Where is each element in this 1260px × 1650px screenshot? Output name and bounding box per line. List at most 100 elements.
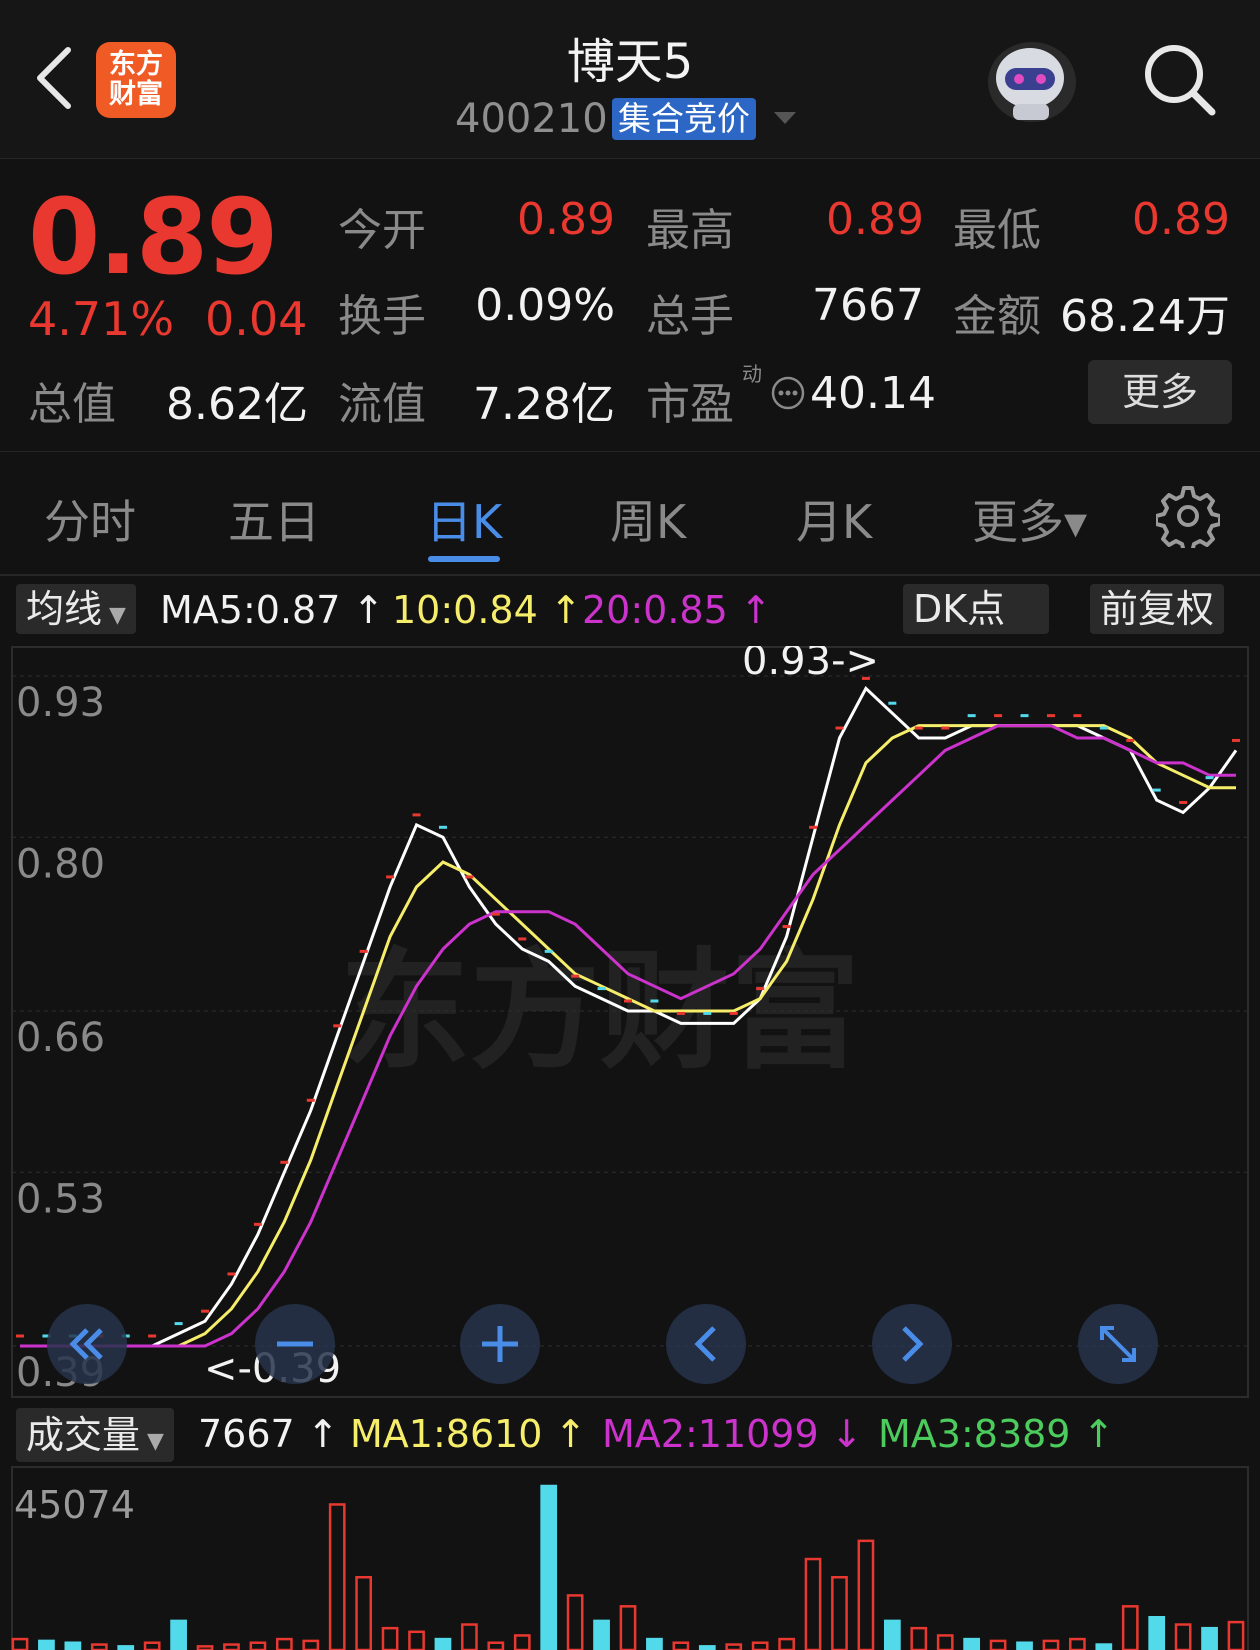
price-tick-label: 0.93 bbox=[16, 680, 105, 726]
chevron-left-icon[interactable] bbox=[664, 1302, 748, 1386]
volume-bar bbox=[646, 1637, 663, 1650]
price-tick-label: 0.66 bbox=[16, 1015, 105, 1061]
volume-bar bbox=[513, 1634, 531, 1650]
volume-bar bbox=[170, 1619, 187, 1650]
stat-label-amount: 金额 bbox=[953, 291, 1041, 342]
chevron-down-icon[interactable] bbox=[774, 112, 796, 124]
fullscreen-icon[interactable] bbox=[1076, 1302, 1160, 1386]
stat-label-float-cap: 流值 bbox=[338, 379, 426, 430]
search-icon[interactable] bbox=[1140, 40, 1220, 120]
volume-bar bbox=[434, 1637, 452, 1650]
adjust-button[interactable]: 前复权 bbox=[1090, 584, 1225, 634]
volume-bar bbox=[1042, 1639, 1060, 1650]
chevron-right-icon[interactable] bbox=[870, 1302, 954, 1386]
stat-label-high: 最高 bbox=[646, 205, 734, 256]
volume-bar bbox=[249, 1641, 267, 1650]
stat-label-open: 今开 bbox=[338, 205, 426, 256]
zoom-out-icon[interactable] bbox=[253, 1302, 337, 1386]
kline-chart[interactable]: 东方财富 0.930.800.660.530.39 0.93-> <-0.39 bbox=[0, 646, 1260, 1398]
volume-bar bbox=[698, 1645, 716, 1650]
volume-bar bbox=[302, 1639, 320, 1650]
tab-more[interactable]: 更多▾ bbox=[972, 486, 1087, 552]
volume-bar bbox=[487, 1641, 505, 1650]
volume-ma1: MA1:8610 ↑ bbox=[350, 1412, 587, 1456]
back-arrow-icon[interactable] bbox=[28, 40, 84, 116]
volume-bar bbox=[381, 1626, 399, 1650]
stat-value-float-cap: 7.28亿 bbox=[473, 379, 615, 430]
volume-bar bbox=[275, 1637, 293, 1650]
volume-bar bbox=[196, 1645, 214, 1650]
divider bbox=[0, 574, 1260, 576]
stat-label-turnover: 换手 bbox=[338, 291, 426, 342]
ma20-value: 20:0.85 ↑ bbox=[582, 588, 772, 632]
gear-icon[interactable] bbox=[1156, 484, 1220, 548]
volume-bar bbox=[117, 1645, 135, 1650]
volume-bar bbox=[540, 1484, 558, 1650]
volume-frame bbox=[11, 1466, 1249, 1650]
volume-bar bbox=[883, 1619, 901, 1650]
active-tab-indicator bbox=[428, 556, 500, 562]
volume-bar bbox=[355, 1575, 373, 1650]
volume-bar bbox=[328, 1503, 346, 1650]
volume-bar bbox=[1016, 1641, 1033, 1650]
volume-bar bbox=[223, 1643, 240, 1650]
tab-five-day[interactable]: 五日 bbox=[228, 486, 320, 552]
robot-assistant-icon[interactable] bbox=[983, 34, 1081, 126]
stock-name: 博天5 bbox=[566, 34, 694, 90]
volume-bar bbox=[64, 1641, 82, 1650]
volume-bar bbox=[963, 1637, 981, 1650]
ma10-value: 10:0.84 ↑ bbox=[392, 588, 582, 632]
volume-bar bbox=[461, 1623, 478, 1650]
volume-indicator-dropdown[interactable]: 成交量 ▼ bbox=[16, 1408, 174, 1462]
volume-bar bbox=[566, 1594, 584, 1650]
stat-value-low: 0.89 bbox=[1132, 194, 1230, 245]
volume-bar bbox=[1174, 1623, 1192, 1650]
volume-bar bbox=[38, 1639, 55, 1650]
tab-daily-k[interactable]: 日K bbox=[426, 486, 502, 552]
ma5-value: MA5:0.87 ↑ bbox=[160, 588, 385, 632]
tab-weekly-k[interactable]: 周K bbox=[610, 486, 686, 552]
change-amount: 0.04 bbox=[205, 292, 308, 346]
volume-bar bbox=[831, 1575, 848, 1650]
zoom-in-icon[interactable] bbox=[458, 1302, 542, 1386]
auction-badge: 集合竞价 bbox=[612, 98, 756, 140]
stat-value-market-cap: 8.62亿 bbox=[166, 379, 308, 430]
volume-bar bbox=[90, 1643, 108, 1650]
volume-bar bbox=[936, 1634, 954, 1650]
change-percent: 4.71% bbox=[28, 292, 175, 346]
volume-bar bbox=[1148, 1616, 1166, 1650]
volume-axis-max: 45074 bbox=[14, 1483, 135, 1527]
eastmoney-logo[interactable]: 东方 财富 bbox=[96, 42, 176, 118]
chevron-down-icon: ▼ bbox=[140, 1429, 164, 1454]
volume-bar bbox=[143, 1641, 161, 1650]
dk-point-button[interactable]: DK点 bbox=[903, 584, 1049, 634]
stat-value-turnover: 0.09% bbox=[475, 280, 615, 331]
ma-type-label: 均线 bbox=[26, 587, 103, 631]
price-tick-label: 0.80 bbox=[16, 841, 105, 887]
volume-bar bbox=[672, 1641, 690, 1650]
ma-type-dropdown[interactable]: 均线 ▼ bbox=[16, 584, 136, 634]
volume-value: 7667 ↑ bbox=[198, 1412, 339, 1456]
tab-monthly-k[interactable]: 月K bbox=[796, 486, 872, 552]
volume-bar bbox=[1069, 1637, 1086, 1650]
tab-intraday[interactable]: 分时 bbox=[44, 486, 136, 552]
rewind-icon[interactable] bbox=[45, 1302, 129, 1386]
volume-bar bbox=[857, 1539, 875, 1650]
stock-code: 400210 bbox=[455, 96, 608, 142]
volume-bar bbox=[751, 1641, 769, 1650]
volume-ma3: MA3:8389 ↑ bbox=[878, 1412, 1115, 1456]
volume-bar bbox=[778, 1637, 795, 1650]
divider bbox=[0, 451, 1260, 452]
pe-superscript: 动 bbox=[742, 362, 762, 386]
volume-bar bbox=[910, 1626, 928, 1650]
volume-ma2: MA2:11099 ↓ bbox=[602, 1412, 863, 1456]
volume-bar bbox=[619, 1605, 637, 1650]
volume-bar bbox=[1201, 1626, 1218, 1650]
last-price: 0.89 bbox=[28, 176, 279, 298]
more-dots-icon[interactable] bbox=[770, 375, 806, 411]
stat-value-amount: 68.24万 bbox=[1060, 291, 1230, 342]
volume-chart[interactable]: 45074 bbox=[0, 1466, 1260, 1650]
stat-value-pe: 40.14 bbox=[810, 368, 936, 419]
volume-bar bbox=[11, 1637, 29, 1650]
more-stats-button[interactable]: 更多 bbox=[1088, 360, 1232, 424]
